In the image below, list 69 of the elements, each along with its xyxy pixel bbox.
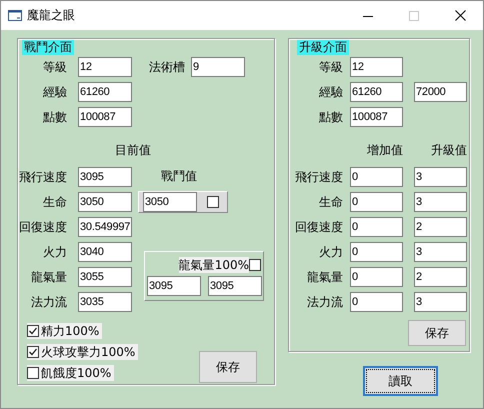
input-field[interactable]: 100087 [78,107,132,127]
input-field[interactable]: 3 [414,167,467,187]
input-field[interactable]: 0 [350,167,403,187]
input-field[interactable]: 72000 [414,82,467,102]
input-field[interactable]: 3095 [78,167,132,187]
checkbox-option[interactable]: 火球攻擊力100% [27,344,138,360]
input-field[interactable]: 0 [350,192,403,212]
input-field[interactable]: 2 [414,217,467,237]
save-button[interactable]: 保存 [408,320,466,346]
group-title: 升級介面 [297,40,349,55]
input-field[interactable]: 3 [414,192,467,212]
input-field[interactable]: 3 [414,242,467,262]
input-field[interactable]: 61260 [78,82,132,102]
checkbox-option[interactable]: 精力100% [27,323,102,339]
input-field[interactable]: 100087 [350,107,403,127]
field-label: 法力流 [306,294,343,311]
input-field[interactable]: 3 [414,292,467,312]
input-field[interactable]: 0 [350,292,403,312]
checkbox[interactable] [249,259,261,271]
field-label: 經驗 [318,84,343,101]
close-button[interactable] [454,10,466,21]
window-title: 魔龍之眼 [27,7,75,24]
field-label: 火力 [318,244,343,261]
checkbox[interactable] [207,196,219,208]
input-field[interactable]: 3050 [78,192,132,212]
field-label: 法力流 [30,294,67,311]
window-icon [8,10,22,21]
input-field[interactable]: 3095 [208,276,262,296]
field-label: 點數 [42,109,67,126]
input-field[interactable]: 12 [78,57,132,77]
field-label: 生命 [318,194,343,211]
field-label: 經驗 [42,84,67,101]
column-header: 增加值 [366,142,403,158]
input-field[interactable]: 61260 [350,82,403,102]
input-field[interactable]: 30.549997 [78,217,132,237]
input-field[interactable]: 3055 [78,267,132,287]
save-button[interactable]: 保存 [199,351,257,383]
field-label: 法術槽 [148,59,185,76]
checkbox[interactable] [27,346,39,358]
input-field[interactable]: 12 [350,57,403,77]
field-label: 飛行速度 [19,169,67,186]
field-label: 回復速度 [294,219,343,236]
field-label: 等級 [42,59,67,76]
checkbox-label: 龍氣量100% [178,257,249,273]
field-label: 等級 [318,59,343,76]
input-field[interactable]: 0 [350,267,403,287]
input-field[interactable]: 9 [191,57,245,77]
checkbox[interactable] [27,325,39,337]
input-field[interactable]: 2 [414,267,467,287]
field-label: 龍氣量 [306,269,343,286]
field-label: 點數 [318,109,343,126]
checkbox[interactable] [27,367,39,379]
checkbox-option[interactable]: 飢餓度100% [27,365,114,381]
input-field[interactable]: 3040 [78,242,132,262]
input-field[interactable]: 3095 [147,276,201,296]
column-header: 目前值 [114,142,151,158]
field-label: 回復速度 [19,219,67,236]
input-field[interactable]: 3050 [143,192,197,212]
input-field[interactable]: 3035 [78,292,132,312]
input-field[interactable]: 0 [350,242,403,262]
column-header: 升級值 [430,142,467,158]
read-button[interactable]: 讀取 [363,366,438,396]
field-label: 飛行速度 [294,169,343,186]
input-field[interactable]: 0 [350,217,403,237]
group-title: 戰鬥介面 [22,40,74,55]
field-label: 火力 [42,244,67,261]
battle-value-label: 戰鬥值 [161,168,198,185]
field-label: 生命 [42,194,67,211]
field-label: 龍氣量 [30,269,67,286]
